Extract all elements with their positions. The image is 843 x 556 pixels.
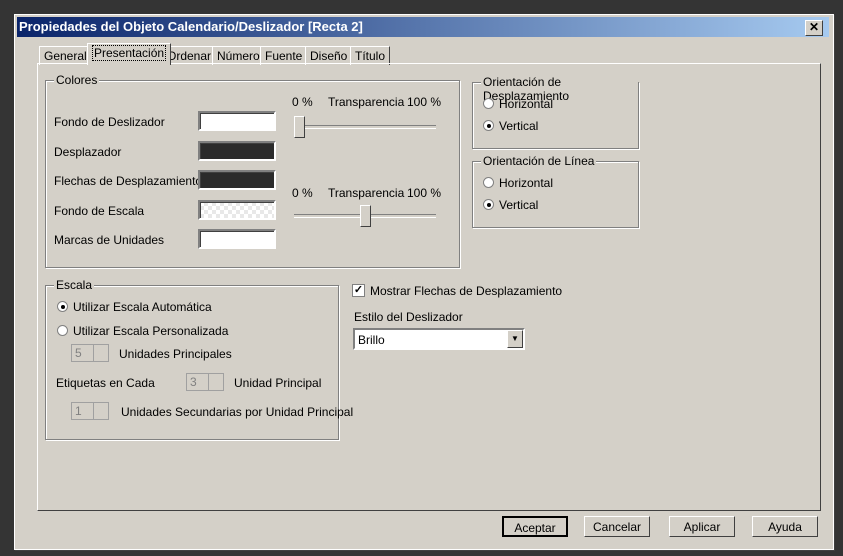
slider-style-label: Estilo del Deslizador	[354, 310, 463, 324]
scale-legend: Escala	[54, 278, 95, 292]
color-label: Flechas de Desplazamiento	[54, 174, 203, 188]
color-label: Fondo de Escala	[54, 203, 145, 218]
custom-scale-label: Utilizar Escala Personalizada	[73, 324, 229, 338]
labels-every-spinner[interactable]: 3	[186, 373, 224, 391]
slider-style-select[interactable]: Brillo ▼	[353, 328, 525, 350]
color-label: Desplazador	[54, 144, 122, 159]
line-horizontal-label: Horizontal	[499, 176, 554, 190]
apply-button[interactable]: Aplicar	[669, 516, 735, 537]
color-label: Marcas de Unidades	[54, 233, 165, 247]
auto-scale-label: Utilizar Escala Automática	[73, 300, 212, 314]
color-swatch-button[interactable]	[198, 140, 276, 161]
show-arrows-checkbox[interactable]: ✓	[352, 284, 365, 297]
slider1-max: 100 %	[407, 95, 442, 109]
show-arrows-label: Mostrar Flechas de Desplazamiento	[370, 284, 563, 298]
labels-unit-label: Unidad Principal	[234, 376, 322, 390]
line-vertical-label: Vertical	[499, 198, 539, 212]
tab-panel: Colores Fondo de Deslizador Desplazador Fl…	[37, 63, 821, 511]
slider2-min: 0 %	[292, 186, 313, 200]
scroll-horizontal-radio[interactable]	[483, 98, 494, 109]
line-horizontal-radio[interactable]	[483, 177, 494, 188]
slider-style-value: Brillo	[358, 333, 385, 347]
minor-units-label: Unidades Secundarias por Unidad Principa…	[121, 405, 354, 419]
line-orientation-group: Orientación de Línea	[472, 154, 639, 228]
cancel-button[interactable]: Cancelar	[584, 516, 650, 537]
slider1-thumb[interactable]	[294, 116, 305, 138]
color-swatch-button[interactable]	[198, 199, 276, 220]
tab-label: Presentación	[92, 45, 167, 61]
color-swatch-button[interactable]	[198, 229, 276, 249]
transparency-slider-1[interactable]	[294, 125, 436, 129]
dialog-title: Propiedades del Objeto Calendario/Desliz…	[19, 19, 363, 34]
minor-units-spinner[interactable]: 1	[71, 402, 109, 420]
title-bar: Propiedades del Objeto Calendario/Desliz…	[17, 17, 829, 37]
scroll-vertical-label: Vertical	[499, 119, 539, 133]
close-button[interactable]: ✕	[805, 20, 823, 36]
slider2-thumb[interactable]	[360, 205, 371, 227]
line-vertical-radio[interactable]	[483, 199, 494, 210]
color-label: Fondo de Deslizador	[54, 115, 165, 129]
colors-legend: Colores	[54, 73, 100, 87]
slider2-max: 100 %	[407, 186, 442, 200]
line-orientation-legend: Orientación de Línea	[481, 154, 597, 168]
auto-scale-radio[interactable]	[57, 301, 68, 312]
tab-presentacion[interactable]: Presentación	[87, 43, 172, 65]
major-units-spinner[interactable]: 5	[71, 344, 109, 362]
color-swatch-button[interactable]	[198, 111, 276, 131]
color-swatch-button[interactable]	[198, 170, 276, 190]
slider2-label: Transparencia	[328, 186, 405, 200]
custom-scale-radio[interactable]	[57, 325, 68, 336]
scroll-vertical-radio[interactable]	[483, 120, 494, 131]
chevron-down-icon[interactable]: ▼	[507, 330, 523, 348]
help-button[interactable]: Ayuda	[752, 516, 818, 537]
major-units-label: Unidades Principales	[119, 347, 232, 361]
scroll-orientation-group: Orientación de Desplazamiento	[472, 75, 639, 149]
ok-button[interactable]: Aceptar	[502, 516, 568, 537]
slider1-min: 0 %	[292, 95, 313, 109]
labels-every-label: Etiquetas en Cada	[56, 376, 155, 390]
properties-dialog: Propiedades del Objeto Calendario/Desliz…	[14, 14, 834, 550]
slider1-label: Transparencia	[328, 95, 405, 109]
scroll-horizontal-label: Horizontal	[499, 97, 554, 111]
